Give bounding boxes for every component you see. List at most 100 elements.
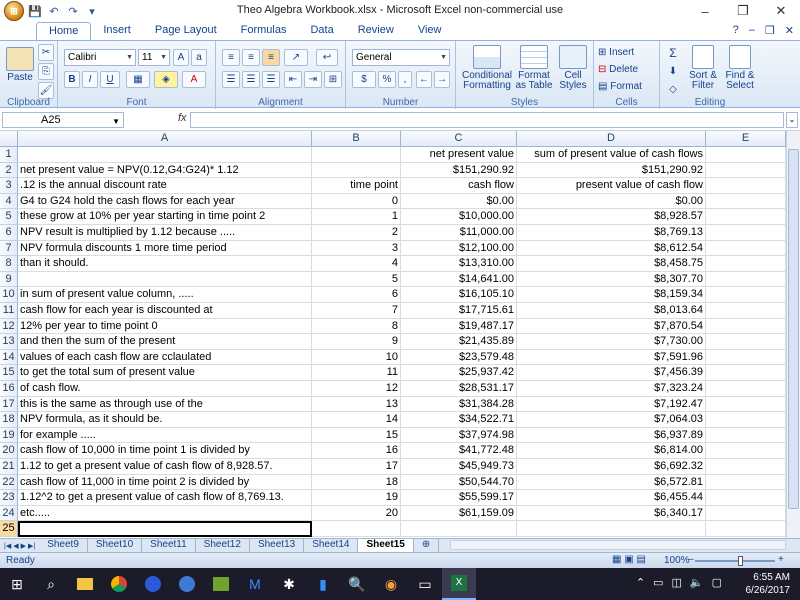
cell-d[interactable]: $8,769.13	[517, 225, 706, 241]
cell-a[interactable]: cash flow for each year is discounted at	[18, 303, 312, 319]
zoom-out-icon[interactable]: –	[688, 554, 694, 565]
cell-b[interactable]: 3	[312, 240, 401, 257]
cell-e[interactable]	[706, 381, 786, 397]
cell-e[interactable]	[706, 209, 786, 225]
cell-d[interactable]: $6,340.17	[517, 505, 706, 522]
align-right-icon[interactable]: ☰	[262, 71, 280, 88]
wrap-text-icon[interactable]: ↩	[316, 49, 338, 66]
cell-a[interactable]: in sum of present value column, .....	[18, 287, 312, 303]
prev-sheet-icon[interactable]: ◀	[13, 542, 18, 550]
fill-icon[interactable]: ⬇	[664, 63, 682, 80]
cell-d[interactable]: $8,307.70	[517, 271, 706, 288]
row-header[interactable]: 15	[0, 365, 18, 381]
cell-c[interactable]: $14,641.00	[401, 271, 517, 288]
expand-formula-icon[interactable]: ⌄	[786, 112, 798, 128]
cell-b[interactable]	[312, 147, 401, 163]
last-sheet-icon[interactable]: ▶|	[28, 542, 35, 550]
row-header[interactable]: 8	[0, 256, 18, 272]
copy-icon[interactable]: ⎘	[38, 63, 54, 80]
close-button[interactable]: ✕	[762, 0, 800, 22]
cell-d[interactable]: $6,814.00	[517, 443, 706, 459]
cell-e[interactable]	[706, 303, 786, 319]
row-header[interactable]: 6	[0, 225, 18, 241]
volume-icon[interactable]: 🔈	[690, 576, 704, 589]
ribbon-restore-button[interactable]: ❐	[765, 24, 775, 37]
scroll-thumb[interactable]	[788, 149, 799, 509]
increase-decimal-icon[interactable]: ←	[416, 71, 432, 88]
cell-b[interactable]: 6	[312, 287, 401, 303]
cell-c[interactable]: $37,974.98	[401, 427, 517, 444]
tab-page-layout[interactable]: Page Layout	[143, 22, 229, 40]
row-header[interactable]: 12	[0, 318, 18, 335]
cell-e[interactable]	[706, 474, 786, 491]
cell-e[interactable]	[706, 459, 786, 475]
horizontal-scrollbar[interactable]	[450, 540, 786, 550]
cell-b[interactable]	[312, 521, 401, 537]
cell-c[interactable]: $55,599.17	[401, 490, 517, 506]
select-all-button[interactable]	[0, 131, 18, 147]
cell-b[interactable]: 18	[312, 474, 401, 491]
restore-button[interactable]: ❐	[724, 0, 762, 22]
row-header[interactable]: 22	[0, 474, 18, 491]
percent-button[interactable]: %	[378, 71, 396, 88]
cut-icon[interactable]: ✂	[38, 44, 54, 61]
row-header[interactable]: 5	[0, 209, 18, 225]
cell-b[interactable]: 17	[312, 459, 401, 475]
cell-c[interactable]: $0.00	[401, 193, 517, 210]
row-header[interactable]: 2	[0, 162, 18, 179]
row-header[interactable]: 7	[0, 240, 18, 257]
cell-a[interactable]: 1.12^2 to get a present value of cash fl…	[18, 490, 312, 506]
cell-a[interactable]: etc.....	[18, 505, 312, 522]
cell-d[interactable]: $6,692.32	[517, 459, 706, 475]
orientation-icon[interactable]: ↗	[284, 49, 308, 66]
format-as-table-button[interactable]: Format as Table	[514, 45, 554, 91]
font-color-icon[interactable]: A	[182, 71, 206, 88]
tab-data[interactable]: Data	[298, 22, 345, 40]
cell-c[interactable]: $45,949.73	[401, 459, 517, 475]
column-header-b[interactable]: B	[312, 131, 401, 147]
row-header[interactable]: 23	[0, 490, 18, 506]
row-header[interactable]: 13	[0, 334, 18, 350]
cell-c[interactable]: $12,100.00	[401, 240, 517, 257]
next-sheet-icon[interactable]: ▶	[21, 542, 26, 550]
cell-b[interactable]: 7	[312, 303, 401, 319]
cell-c[interactable]: $31,384.28	[401, 396, 517, 413]
cell-b[interactable]: 13	[312, 396, 401, 413]
align-left-icon[interactable]: ☰	[222, 71, 240, 88]
network-icon[interactable]: ◫	[671, 576, 681, 589]
cell-c[interactable]: net present value	[401, 147, 517, 163]
vertical-scrollbar[interactable]	[786, 131, 800, 538]
row-header[interactable]: 25	[0, 521, 18, 537]
cell-e[interactable]	[706, 193, 786, 210]
cell-a[interactable]: and then the sum of the present	[18, 334, 312, 350]
sheet-tab-sheet9[interactable]: Sheet9	[39, 539, 88, 552]
cell-b[interactable]: 15	[312, 427, 401, 444]
cell-d[interactable]	[517, 521, 706, 537]
cell-a[interactable]: these grow at 10% per year starting in t…	[18, 209, 312, 225]
decrease-decimal-icon[interactable]: →	[434, 71, 450, 88]
row-header[interactable]: 21	[0, 459, 18, 475]
column-header-e[interactable]: E	[706, 131, 786, 147]
autosum-icon[interactable]: Σ	[664, 44, 682, 61]
excel-icon[interactable]: X	[442, 568, 476, 600]
cell-b[interactable]: 14	[312, 412, 401, 428]
column-header-a[interactable]: A	[18, 131, 312, 147]
clear-icon[interactable]: ◇	[664, 81, 682, 98]
help-icon[interactable]: ?	[733, 24, 739, 37]
number-format-select[interactable]: General ▼	[352, 49, 450, 66]
cell-e[interactable]	[706, 427, 786, 444]
cell-c[interactable]: $10,000.00	[401, 209, 517, 225]
cell-e[interactable]	[706, 225, 786, 241]
cell-d[interactable]: $7,730.00	[517, 334, 706, 350]
formula-input[interactable]	[190, 112, 784, 128]
cell-b[interactable]: 12	[312, 381, 401, 397]
cell-a[interactable]: cash flow of 11,000 in time point 2 is d…	[18, 474, 312, 491]
cell-a[interactable]: to get the total sum of present value	[18, 365, 312, 381]
merge-center-icon[interactable]: ⊞	[324, 71, 342, 88]
row-header[interactable]: 10	[0, 287, 18, 303]
sheet-tab-sheet15[interactable]: Sheet15	[358, 539, 414, 552]
cell-c[interactable]	[401, 521, 517, 537]
cell-e[interactable]	[706, 287, 786, 303]
phone-icon[interactable]: ▮	[306, 568, 340, 600]
cell-c[interactable]: $151,290.92	[401, 162, 517, 179]
